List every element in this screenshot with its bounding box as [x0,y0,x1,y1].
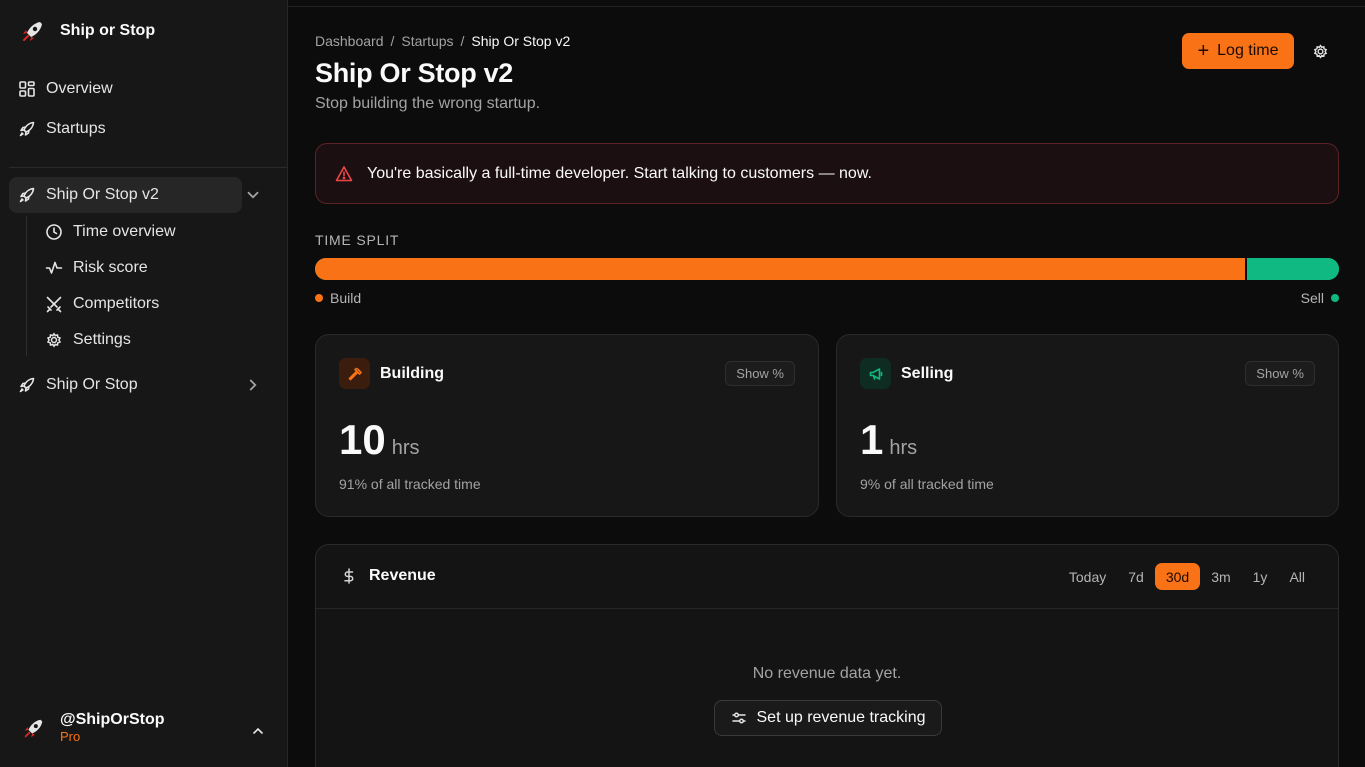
selling-hours-value: 1 [860,416,884,463]
breadcrumb-separator: / [390,33,395,49]
breadcrumb-current: Ship Or Stop v2 [471,33,571,49]
log-time-label: Log time [1217,42,1279,59]
sell-dot [1331,294,1339,302]
time-split-bar [315,258,1339,280]
revenue-title: Revenue [341,567,436,585]
chevron-right-icon[interactable] [244,376,262,394]
build-dot [315,294,323,302]
selling-card-header: Selling [860,358,953,389]
sidebar-subitem-label: Risk score [73,259,148,276]
page-subtitle: Stop building the wrong startup. [315,95,541,112]
warning-alert: You're basically a full-time developer. … [315,143,1339,204]
brand-name: Ship or Stop [60,22,156,39]
sliders-icon [731,712,746,724]
selling-hours-unit: hrs [889,437,918,459]
range-all[interactable]: All [1278,563,1316,590]
setup-revenue-button[interactable]: Set up revenue tracking [714,700,942,736]
avatar [24,719,43,738]
sidebar-subitem-time-overview[interactable]: Time overview [45,216,176,248]
revenue-title-label: Revenue [369,567,436,584]
brand[interactable]: Ship or Stop [20,18,155,44]
chevron-down-icon[interactable] [244,186,262,204]
sell-legend-label: Sell [1300,290,1324,306]
building-title: Building [380,364,444,382]
selling-card: Selling Show % 1 hrs 9% of all tracked t… [836,334,1339,517]
user-handle: @ShipOrStop [60,711,165,728]
breadcrumb: Dashboard / Startups / Ship Or Stop v2 [315,33,570,49]
user-menu[interactable]: @ShipOrStop Pro [22,711,272,745]
rocket-icon [19,187,35,203]
sidebar-item-active-startup[interactable]: Ship Or Stop v2 [9,177,259,213]
header-divider [288,6,1365,7]
build-legend: Build [315,290,361,306]
clock-icon [46,224,62,240]
sidebar-item-label: Startups [46,120,106,137]
sidebar-item-label: Ship Or Stop [46,376,138,393]
plus-icon: + [1197,40,1210,62]
sidebar-subitem-competitors[interactable]: Competitors [45,288,159,320]
sidebar-subitem-label: Settings [73,331,131,348]
log-time-button[interactable]: + Log time [1182,33,1294,69]
gear-icon [46,332,62,348]
range-1y[interactable]: 1y [1242,563,1279,590]
building-footnote: 91% of all tracked time [339,476,481,492]
chevron-up-icon[interactable] [250,723,266,739]
sidebar-item-other-startup[interactable]: Ship Or Stop [9,367,257,403]
range-3m[interactable]: 3m [1200,563,1241,590]
sidebar-item-startups[interactable]: Startups [9,111,242,147]
building-card-header: Building [339,358,444,389]
building-card: Building Show % 10 hrs 91% of all tracke… [315,334,819,517]
show-percent-toggle[interactable]: Show % [1245,361,1315,386]
hammer-icon [339,358,370,389]
submenu-line [26,216,27,356]
sidebar-subitem-settings[interactable]: Settings [45,324,131,356]
revenue-empty-state: No revenue data yet. [752,665,902,682]
swords-icon [46,296,62,313]
warning-triangle-icon [335,165,353,181]
time-split-label: TIME SPLIT [315,232,400,248]
sidebar-item-label: Overview [46,80,113,97]
show-percent-toggle[interactable]: Show % [725,361,795,386]
alert-text: You're basically a full-time developer. … [367,164,872,182]
building-hours-value: 10 [339,416,386,463]
build-segment [315,258,1247,280]
breadcrumb-separator: / [460,33,465,49]
breadcrumb-dashboard[interactable]: Dashboard [315,33,384,49]
grid-icon [19,81,35,97]
range-7d[interactable]: 7d [1117,563,1155,590]
sidebar: Ship or Stop Overview Startups Ship Or S… [0,0,288,767]
sidebar-divider [9,167,287,168]
sidebar-item-overview[interactable]: Overview [9,71,242,107]
activity-icon [45,261,63,274]
range-today[interactable]: Today [1058,563,1117,590]
breadcrumb-startups[interactable]: Startups [401,33,453,49]
sidebar-subitem-risk-score[interactable]: Risk score [45,252,148,284]
revenue-panel: Revenue Today 7d 30d 3m 1y All No revenu… [315,544,1339,767]
range-30d[interactable]: 30d [1154,563,1201,590]
building-hours-unit: hrs [391,437,420,459]
build-legend-label: Build [330,290,362,306]
selling-title: Selling [901,364,954,382]
revenue-header: Revenue Today 7d 30d 3m 1y All [316,545,1338,609]
building-hours: 10 hrs [339,416,420,464]
range-selector: Today 7d 30d 3m 1y All [1058,563,1316,590]
dollar-icon [344,568,354,584]
megaphone-icon [860,358,891,389]
sidebar-subitem-label: Competitors [73,295,160,312]
user-plan-badge: Pro [60,729,81,744]
sell-segment [1246,258,1339,280]
rocket-logo-icon [23,22,42,41]
setup-revenue-label: Set up revenue tracking [756,709,926,726]
sidebar-subitem-label: Time overview [73,223,176,240]
gear-icon[interactable] [1312,43,1329,60]
page-title: Ship Or Stop v2 [315,58,514,88]
selling-footnote: 9% of all tracked time [860,476,994,492]
sell-legend: Sell [1301,290,1339,306]
selling-hours: 1 hrs [860,416,917,464]
rocket-icon [19,121,35,137]
rocket-icon [19,377,35,393]
sidebar-item-label: Ship Or Stop v2 [46,186,159,203]
